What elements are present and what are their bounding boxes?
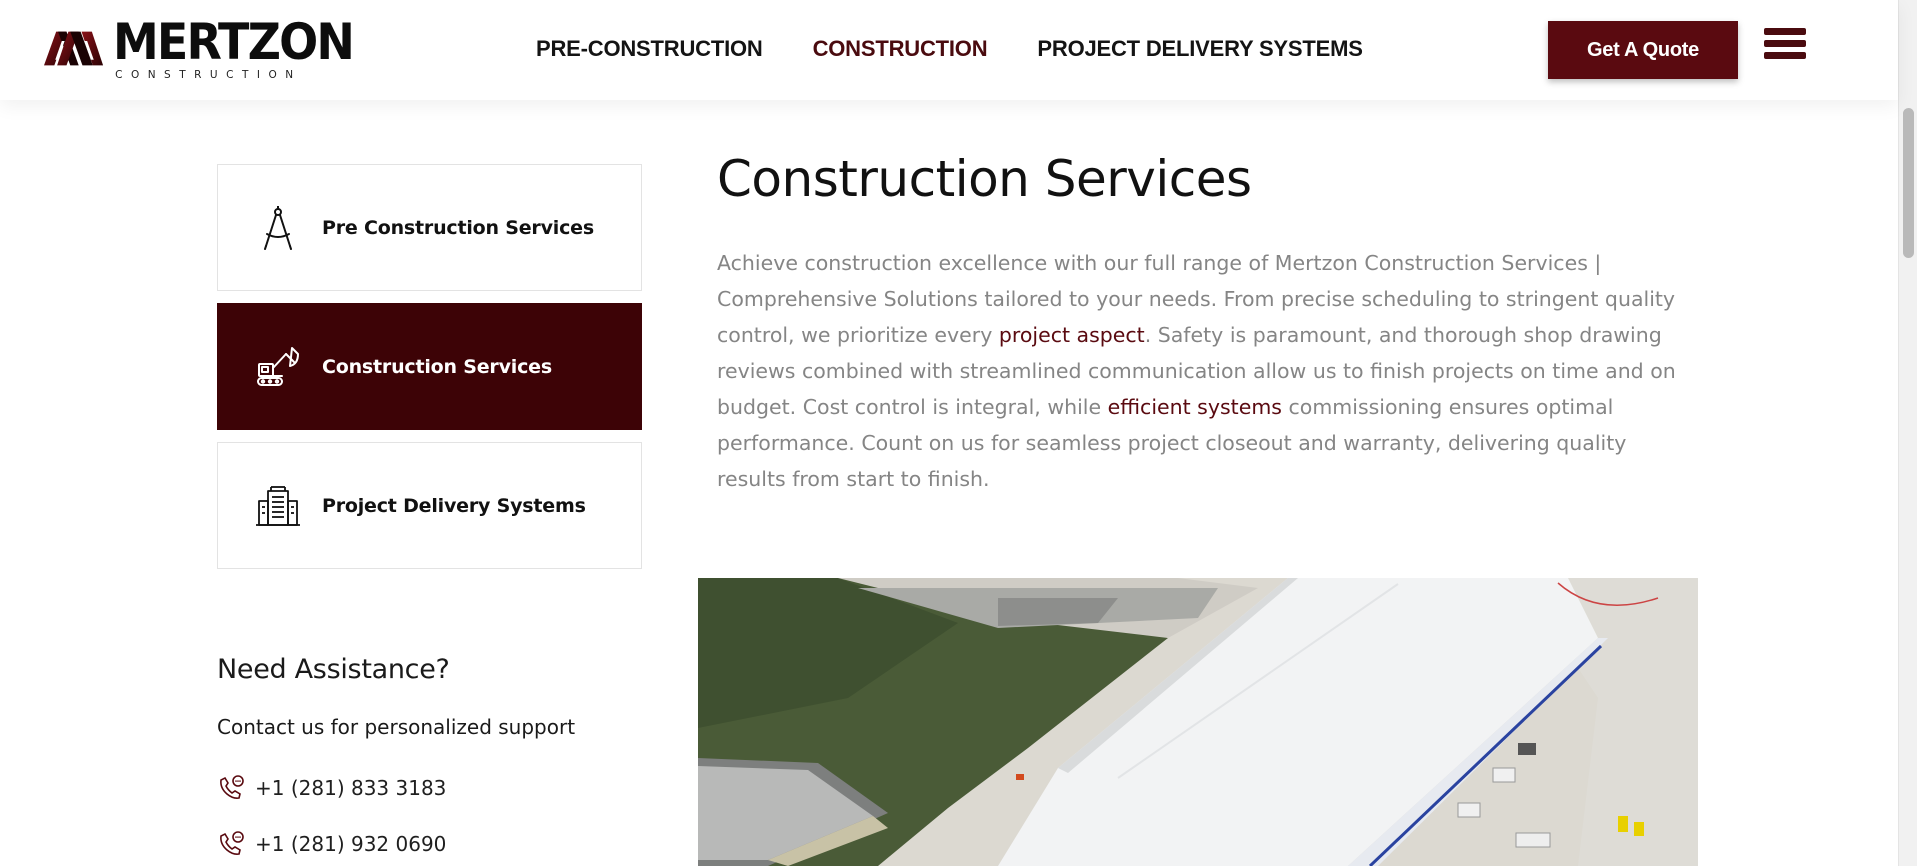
aerial-warehouse-photo [698,578,1698,866]
logo-text: MERTZON CONSTRUCTION [113,17,374,81]
nav-construction[interactable]: CONSTRUCTION [813,36,988,62]
link-efficient-systems[interactable]: efficient systems [1108,395,1282,419]
excavator-icon [253,342,303,392]
service-card-label: Construction Services [322,355,552,378]
hamburger-icon[interactable] [1764,28,1806,68]
assistance-title: Need Assistance? [217,654,450,685]
page-scrollbar[interactable] [1898,0,1917,866]
service-card-project-delivery[interactable]: Project Delivery Systems [217,442,642,569]
logo[interactable]: MERTZON CONSTRUCTION [44,10,374,88]
nav-project-delivery-systems[interactable]: PROJECT DELIVERY SYSTEMS [1037,36,1362,62]
phone-number: +1 (281) 833 3183 [255,776,447,800]
page-description: Achieve construction excellence with our… [717,245,1677,497]
logo-name: MERTZON [113,13,355,71]
logo-mark-icon [44,31,104,66]
scrollbar-thumb[interactable] [1903,108,1914,258]
service-card-pre-construction[interactable]: Pre Construction Services [217,164,642,291]
phone-number: +1 (281) 932 0690 [255,832,447,856]
phone-link-2[interactable]: +1 (281) 932 0690 [217,830,446,858]
link-project-aspect[interactable]: project aspect [999,323,1145,347]
get-a-quote-button[interactable]: Get A Quote [1548,21,1738,79]
phone-icon [220,775,244,799]
page-title: Construction Services [717,150,1252,208]
nav-pre-construction[interactable]: PRE-CONSTRUCTION [536,36,763,62]
service-card-construction[interactable]: Construction Services [217,303,642,430]
site-header: MERTZON CONSTRUCTION PRE-CONSTRUCTION CO… [0,0,1898,100]
compass-icon [253,203,303,253]
building-icon [253,481,303,531]
phone-link-1[interactable]: +1 (281) 833 3183 [217,774,446,802]
main-nav: PRE-CONSTRUCTION CONSTRUCTION PROJECT DE… [536,36,1413,62]
assistance-subtitle: Contact us for personalized support [217,715,576,739]
service-card-label: Project Delivery Systems [322,494,586,517]
service-card-label: Pre Construction Services [322,216,594,239]
phone-icon [220,831,244,855]
